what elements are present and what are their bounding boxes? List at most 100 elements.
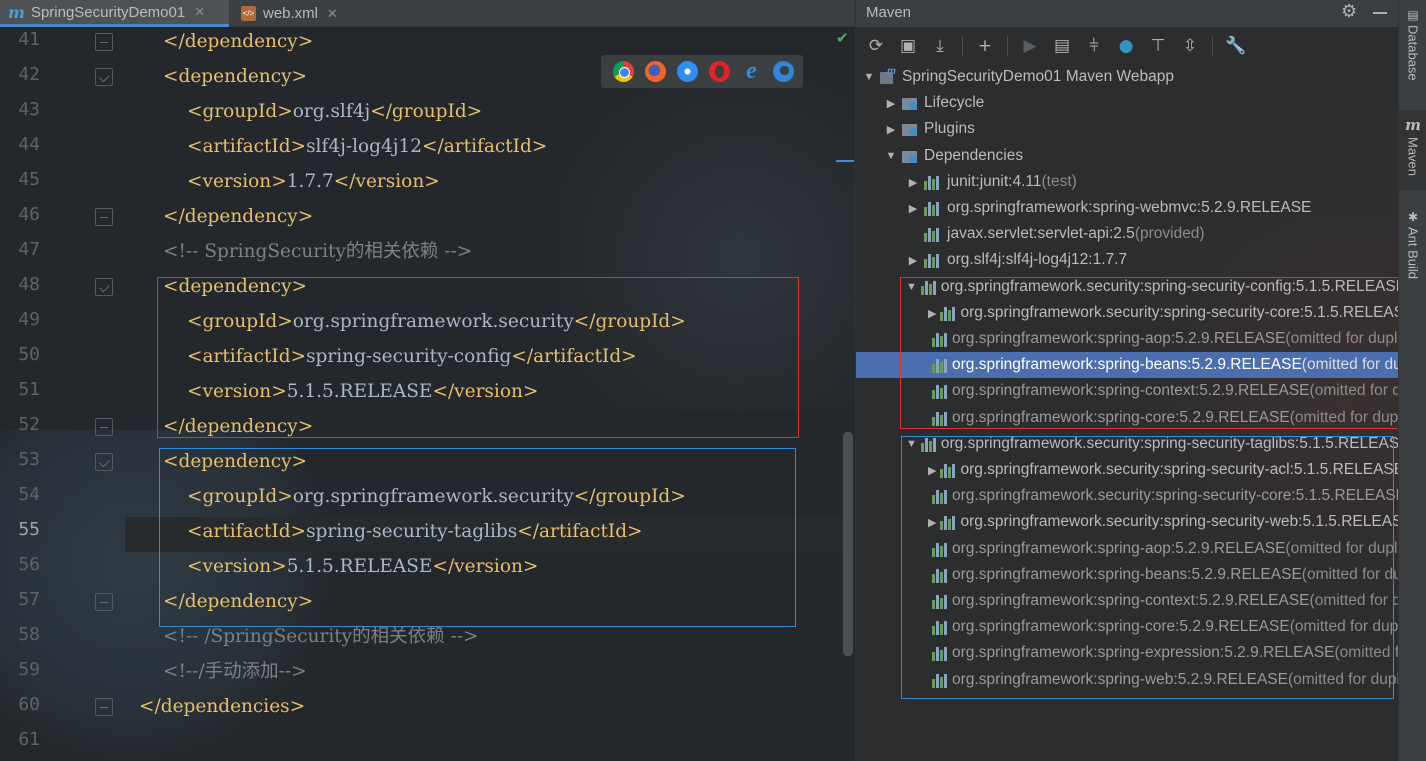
xml-comment: <!-- SpringSecurity的相关依赖 --> — [163, 241, 473, 262]
firefox-icon[interactable] — [645, 61, 666, 82]
folder-icon — [902, 121, 918, 137]
maven-header: Maven ⚙ — [856, 0, 1398, 27]
code-line[interactable]: <!--/手动添加--> — [125, 657, 307, 692]
tab-label: SpringSecurityDemo01 — [30, 3, 186, 21]
line-number: 52 — [18, 414, 40, 435]
collapse-all-icon[interactable]: ⇳ — [1180, 36, 1200, 56]
code-line[interactable] — [125, 727, 139, 761]
tree-row[interactable]: ▶ Plugins — [856, 116, 1398, 142]
tree-row[interactable]: ▶ org.slf4j:slf4j-log4j12:1.7.7 — [856, 247, 1398, 273]
safari-icon[interactable] — [677, 61, 698, 82]
xml-tag: </artifactId> — [422, 136, 548, 157]
folder-icon — [902, 148, 918, 164]
code-line[interactable]: <!-- /SpringSecurity的相关依赖 --> — [125, 622, 479, 657]
toolbar-separator — [962, 36, 963, 56]
tree-label: junit:junit:4.11 — [947, 173, 1042, 190]
tree-label: Plugins — [924, 120, 975, 137]
expand-right-icon[interactable]: ▶ — [906, 202, 920, 215]
highlight-box-red — [157, 277, 799, 438]
generate-sources-icon[interactable]: ▣ — [898, 36, 918, 56]
tree-row[interactable]: ▶ org.springframework:spring-webmvc:5.2.9… — [856, 195, 1398, 221]
toolbar-separator — [1212, 36, 1213, 56]
code-line[interactable]: </dependency> — [125, 27, 313, 62]
code-line[interactable]: <groupId>org.slf4j</groupId> — [125, 97, 482, 132]
fold-marker-icon[interactable] — [95, 33, 113, 51]
tab-springsecuritydemo01[interactable]: m SpringSecurityDemo01 ✕ — [0, 0, 229, 27]
tree-row[interactable]: ▶ Lifecycle — [856, 90, 1398, 116]
line-number: 46 — [18, 204, 40, 225]
tool-maven[interactable]: m Maven — [1399, 110, 1426, 190]
ie-icon[interactable]: e — [741, 59, 762, 83]
xml-tag: </dependency> — [163, 31, 314, 52]
gear-icon[interactable]: ⚙ — [1341, 1, 1357, 22]
code-line[interactable]: </dependency> — [125, 202, 313, 237]
toolbar-separator — [1007, 36, 1008, 56]
right-tool-strip: ▤ Database m Maven ✱ Ant Build — [1398, 0, 1426, 761]
fold-marker-icon[interactable] — [95, 208, 113, 226]
line-number: 47 — [18, 239, 40, 260]
inspection-ok-icon[interactable]: ✔ — [836, 29, 849, 47]
line-number: 54 — [18, 484, 40, 505]
expand-down-icon[interactable]: ▼ — [862, 71, 876, 83]
tree-row[interactable]: ▼ SpringSecurityDemo01 Maven Webapp — [856, 64, 1398, 90]
xml-tag: </groupId> — [370, 101, 483, 122]
toggle-offline-icon[interactable]: ⫩ — [1084, 36, 1104, 56]
xml-text: slf4j-log4j12 — [306, 136, 423, 157]
tool-database[interactable]: ▤ Database — [1399, 4, 1426, 94]
minimize-icon[interactable] — [1373, 12, 1387, 14]
download-icon[interactable]: ⤓ — [930, 36, 950, 56]
expand-right-icon[interactable]: ▶ — [884, 97, 898, 110]
tree-label: org.slf4j:slf4j-log4j12:1.7.7 — [947, 251, 1128, 268]
error-stripe-marker[interactable] — [836, 160, 854, 162]
tree-note: (test) — [1041, 173, 1077, 190]
code-line[interactable]: <!-- SpringSecurity的相关依赖 --> — [125, 237, 472, 272]
show-dependencies-icon[interactable]: ⊤ — [1148, 36, 1168, 56]
editor-scrollbar[interactable] — [843, 432, 853, 656]
code-line[interactable]: <version>1.7.7</version> — [125, 167, 440, 202]
run-icon[interactable]: ▶ — [1020, 36, 1040, 56]
ant-icon: ✱ — [1407, 210, 1419, 224]
fold-marker-icon[interactable] — [95, 68, 113, 86]
close-icon[interactable]: ✕ — [327, 6, 338, 22]
add-icon[interactable]: + — [975, 36, 995, 56]
tree-label: Lifecycle — [924, 94, 985, 111]
line-number: 43 — [18, 99, 40, 120]
skip-tests-icon[interactable]: ● — [1116, 36, 1136, 56]
line-number: 58 — [18, 624, 40, 645]
editor-tab-bar: m SpringSecurityDemo01 ✕ </> web.xml ✕ — [0, 0, 855, 27]
tool-ant-build[interactable]: ✱ Ant Build — [1399, 206, 1426, 296]
xml-text: 1.7.7 — [286, 171, 334, 192]
library-icon — [924, 253, 942, 268]
tab-web-xml[interactable]: </> web.xml ✕ — [233, 0, 353, 27]
xml-comment: <!-- /SpringSecurity的相关依赖 --> — [163, 626, 479, 647]
close-icon[interactable]: ✕ — [194, 4, 205, 20]
code-line[interactable]: </dependencies> — [125, 692, 305, 727]
tree-label: SpringSecurityDemo01 Maven Webapp — [902, 68, 1174, 85]
xml-tag: </dependencies> — [139, 696, 306, 717]
execute-goal-icon[interactable]: ▤ — [1052, 36, 1072, 56]
code-line[interactable]: <artifactId>slf4j-log4j12</artifactId> — [125, 132, 547, 167]
fold-marker-icon[interactable] — [95, 453, 113, 471]
edge-icon[interactable] — [773, 61, 794, 82]
code-line[interactable]: <dependency> — [125, 62, 307, 97]
expand-right-icon[interactable]: ▶ — [906, 176, 920, 189]
fold-marker-icon[interactable] — [95, 418, 113, 436]
wrench-icon[interactable]: 🔧 — [1225, 36, 1246, 56]
reimport-icon[interactable]: ⟳ — [866, 36, 886, 56]
tree-row[interactable]: ▼ Dependencies — [856, 143, 1398, 169]
expand-right-icon[interactable]: ▶ — [884, 123, 898, 136]
highlight-box-blue — [901, 436, 1394, 699]
line-number: 53 — [18, 449, 40, 470]
fold-marker-icon[interactable] — [95, 698, 113, 716]
fold-marker-icon[interactable] — [95, 593, 113, 611]
tree-row[interactable]: javax.servlet:servlet-api:2.5 (provided) — [856, 221, 1398, 247]
maven-project-icon — [880, 66, 896, 85]
expand-right-icon[interactable]: ▶ — [906, 254, 920, 267]
line-number: 45 — [18, 169, 40, 190]
expand-down-icon[interactable]: ▼ — [884, 150, 898, 162]
tree-row[interactable]: ▶ junit:junit:4.11 (test) — [856, 169, 1398, 195]
highlight-box-red — [900, 277, 1416, 429]
chrome-icon[interactable] — [613, 61, 634, 82]
opera-icon[interactable] — [709, 61, 730, 82]
fold-marker-icon[interactable] — [95, 278, 113, 296]
